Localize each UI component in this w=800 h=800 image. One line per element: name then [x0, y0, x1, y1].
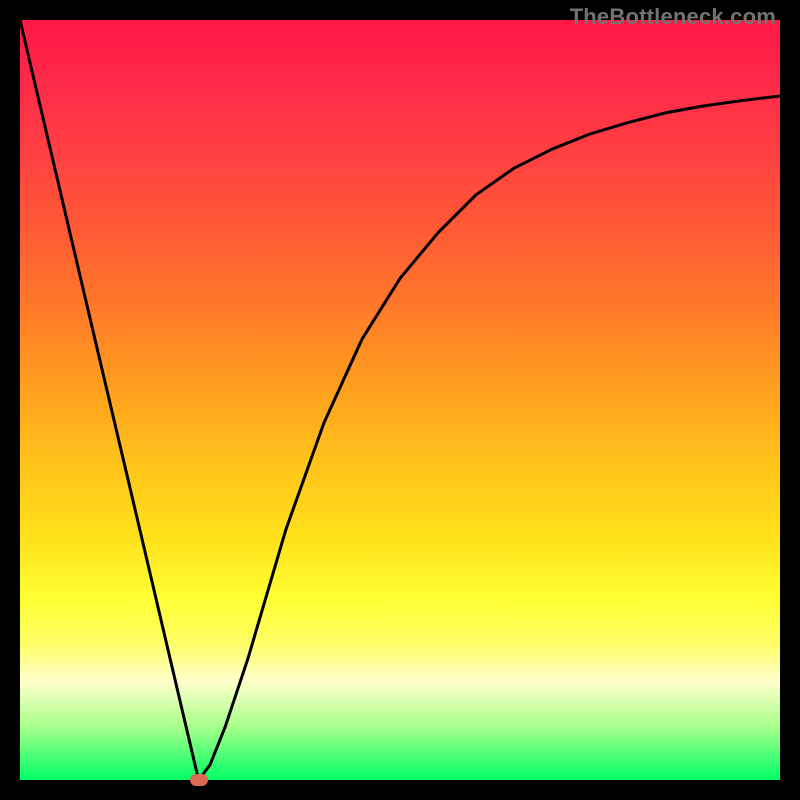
- watermark-text: TheBottleneck.com: [570, 4, 776, 30]
- highlight-marker: [190, 774, 208, 786]
- plot-area: [20, 20, 780, 780]
- chart-frame: TheBottleneck.com: [0, 0, 800, 800]
